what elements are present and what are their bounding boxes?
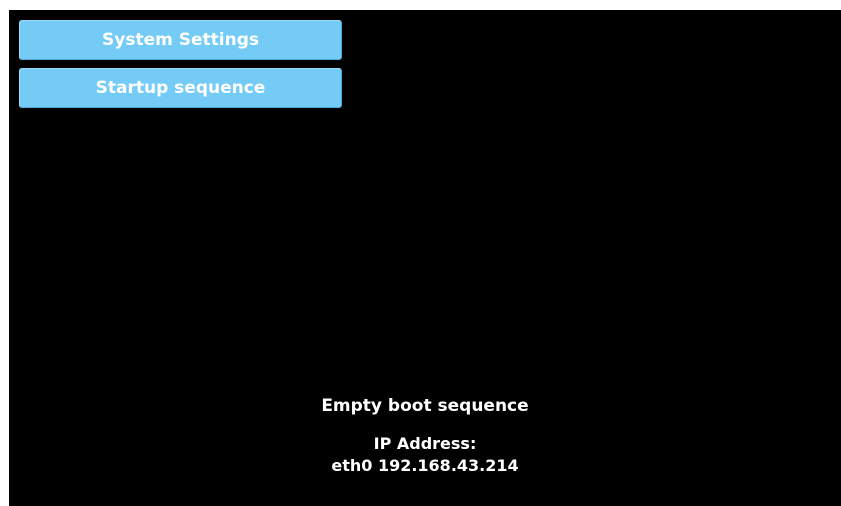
- system-settings-button[interactable]: System Settings: [19, 20, 342, 60]
- main-screen: System Settings Startup sequence Empty b…: [9, 10, 841, 506]
- boot-status-message: Empty boot sequence: [321, 396, 529, 416]
- ip-address-value: eth0 192.168.43.214: [331, 456, 519, 475]
- ip-address-label: IP Address:: [373, 434, 477, 453]
- startup-sequence-button[interactable]: Startup sequence: [19, 68, 342, 108]
